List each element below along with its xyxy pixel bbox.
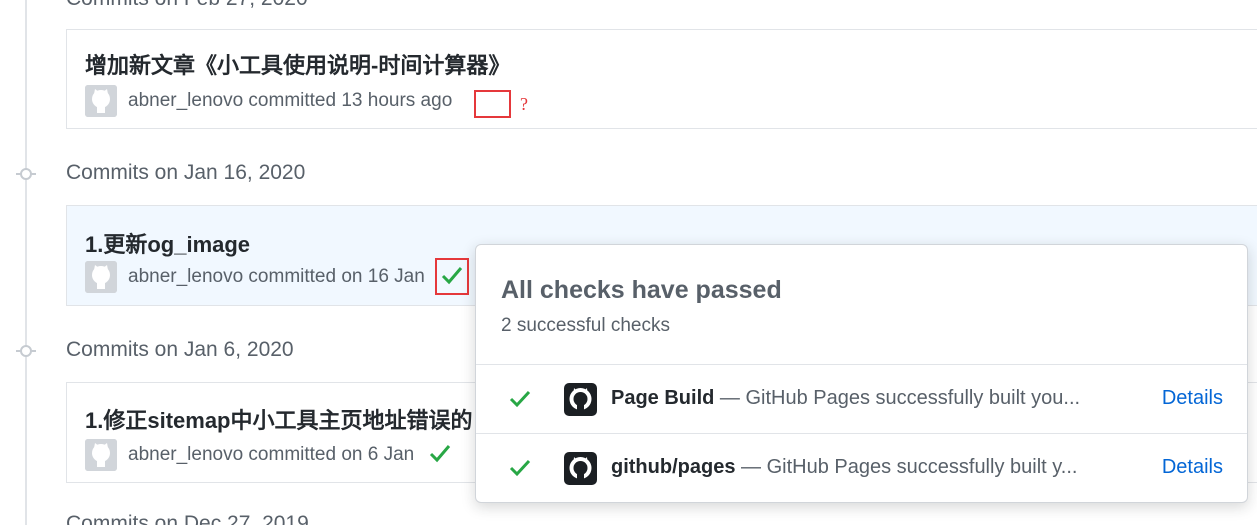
commit-meta: abner_lenovo committed 13 hours ago (128, 90, 453, 111)
check-name: github/pages (611, 456, 736, 478)
commit-title[interactable]: 增加新文章《小工具使用说明-时间计算器》 (85, 48, 510, 80)
check-text: Page Build — GitHub Pages successfully b… (611, 387, 1080, 410)
avatar[interactable] (85, 439, 117, 471)
github-octocat-icon (564, 452, 597, 485)
github-octocat-icon (85, 261, 117, 293)
check-row: Page Build — GitHub Pages successfully b… (476, 364, 1247, 433)
commit-group-date: Commits on Dec 27, 2019 (66, 512, 309, 525)
check-icon[interactable] (429, 443, 451, 463)
check-row: github/pages — GitHub Pages successfully… (476, 433, 1247, 502)
commits-page: Commits on Feb 27, 2020 增加新文章《小工具使用说明-时间… (0, 0, 1257, 525)
details-link[interactable]: Details (1162, 456, 1223, 479)
commit-meta: abner_lenovo committed on 16 Jan (128, 266, 425, 287)
annotation-question-mark: ? (520, 94, 528, 114)
check-name: Page Build (611, 387, 715, 409)
avatar[interactable] (85, 261, 117, 293)
check-text: github/pages — GitHub Pages successfully… (611, 456, 1077, 479)
git-commit-icon (16, 168, 36, 180)
checks-popover: All checks have passed 2 successful chec… (475, 244, 1248, 503)
timeline-line (25, 0, 27, 525)
commit-row[interactable]: 增加新文章《小工具使用说明-时间计算器》 abner_lenovo commit… (66, 29, 1257, 129)
commit-group-date: Commits on Jan 16, 2020 (66, 161, 306, 184)
annotation-box (474, 90, 511, 118)
commit-group-date: Commits on Feb 27, 2020 (66, 0, 308, 11)
check-icon[interactable] (440, 264, 464, 286)
details-link[interactable]: Details (1162, 387, 1223, 410)
popover-title: All checks have passed (501, 276, 782, 304)
commit-group-date: Commits on Jan 6, 2020 (66, 338, 294, 361)
avatar[interactable] (85, 85, 117, 117)
git-commit-icon (16, 345, 36, 357)
commit-title[interactable]: 1.修正sitemap中小工具主页地址错误的 (85, 403, 473, 435)
github-octocat-icon (564, 383, 597, 416)
check-icon (509, 459, 531, 477)
check-description: — GitHub Pages successfully built you... (714, 387, 1081, 409)
popover-subtitle: 2 successful checks (501, 315, 670, 336)
commit-title[interactable]: 1.更新og_image (85, 227, 250, 259)
github-octocat-icon (85, 439, 117, 471)
commit-meta: abner_lenovo committed on 6 Jan (128, 444, 415, 465)
check-description: — GitHub Pages successfully built y... (735, 456, 1078, 478)
check-icon (509, 390, 531, 408)
github-octocat-icon (85, 85, 117, 117)
